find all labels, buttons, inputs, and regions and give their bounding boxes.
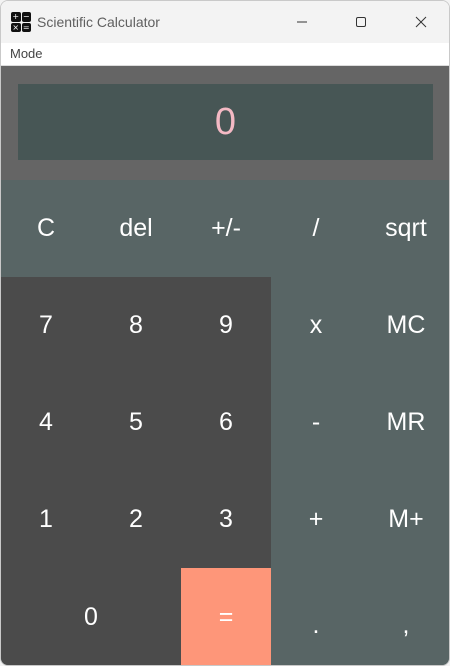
digit-6-button[interactable]: 6 — [181, 374, 271, 471]
close-button[interactable] — [392, 1, 449, 43]
clear-button[interactable]: C — [1, 180, 91, 277]
memory-clear-button[interactable]: MC — [361, 277, 449, 374]
maximize-icon — [356, 17, 366, 27]
minimize-icon — [297, 21, 307, 23]
digit-3-button[interactable]: 3 — [181, 471, 271, 568]
digit-2-button[interactable]: 2 — [91, 471, 181, 568]
memory-recall-button[interactable]: MR — [361, 374, 449, 471]
digit-4-button[interactable]: 4 — [1, 374, 91, 471]
digit-0-button[interactable]: 0 — [1, 568, 181, 665]
title-bar[interactable]: + − × = Scientific Calculator — [1, 1, 449, 43]
menu-bar: Mode — [1, 43, 449, 66]
result-display: 0 — [18, 84, 433, 160]
comma-button[interactable]: , — [361, 568, 449, 665]
menu-item-mode[interactable]: Mode — [1, 43, 52, 65]
digit-9-button[interactable]: 9 — [181, 277, 271, 374]
digit-5-button[interactable]: 5 — [91, 374, 181, 471]
display-frame: 0 — [1, 66, 449, 180]
close-icon — [415, 16, 427, 28]
decimal-button[interactable]: . — [271, 568, 361, 665]
icon-glyph-times: × — [11, 22, 21, 32]
divide-button[interactable]: / — [271, 180, 361, 277]
keypad: C del +/- / sqrt 7 8 9 x MC 4 5 6 - MR 1… — [1, 180, 449, 665]
digit-7-button[interactable]: 7 — [1, 277, 91, 374]
calculator-window: + − × = Scientific Calculator Mode 0 C d… — [0, 0, 450, 666]
subtract-button[interactable]: - — [271, 374, 361, 471]
delete-button[interactable]: del — [91, 180, 181, 277]
memory-add-button[interactable]: M+ — [361, 471, 449, 568]
icon-glyph-plus: + — [11, 12, 21, 22]
window-title: Scientific Calculator — [37, 14, 160, 30]
sqrt-button[interactable]: sqrt — [361, 180, 449, 277]
calculator-app-icon: + − × = — [11, 12, 31, 32]
icon-glyph-equals: = — [21, 22, 31, 32]
maximize-button[interactable] — [332, 1, 390, 43]
negate-button[interactable]: +/- — [181, 180, 271, 277]
digit-8-button[interactable]: 8 — [91, 277, 181, 374]
multiply-button[interactable]: x — [271, 277, 361, 374]
minimize-button[interactable] — [273, 1, 331, 43]
digit-1-button[interactable]: 1 — [1, 471, 91, 568]
icon-glyph-minus: − — [21, 12, 31, 22]
add-button[interactable]: + — [271, 471, 361, 568]
equals-button[interactable]: = — [181, 568, 271, 665]
